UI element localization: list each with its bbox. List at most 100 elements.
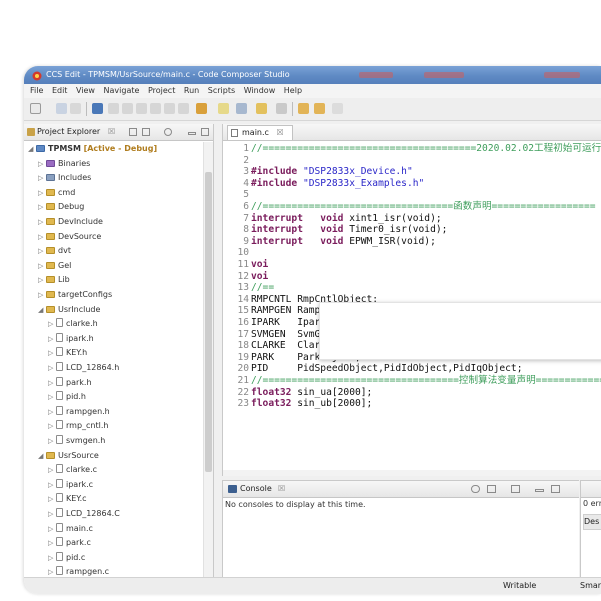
tree-item[interactable]: ▷ KEY.c [48,492,87,507]
title-bar-control-blur[interactable] [359,72,393,78]
tree-item[interactable]: ▷ Binaries [38,157,90,172]
link-editor-icon[interactable] [142,128,150,136]
collapsed-arrow-icon[interactable]: ▷ [38,288,46,303]
collapsed-arrow-icon[interactable]: ▷ [38,171,46,186]
collapsed-arrow-icon[interactable]: ▷ [38,230,46,245]
tree-item-project[interactable]: ◢ TPMSM [Active - Debug] [28,142,157,157]
code-line[interactable]: 2 [223,155,251,166]
save-all-icon[interactable] [70,103,81,114]
code-line[interactable]: 21//==================================控制… [223,375,601,386]
minimize-icon[interactable] [535,489,544,492]
maximize-icon[interactable] [551,485,560,493]
menu-scripts[interactable]: Scripts [208,86,235,95]
collapsed-arrow-icon[interactable]: ▷ [38,157,46,172]
menu-file[interactable]: File [30,86,43,95]
tree-item[interactable]: ▷ svmgen.h [48,434,105,449]
tree-item[interactable]: ▷ DevInclude [38,215,103,230]
tree-item[interactable]: ▷ Debug [38,200,84,215]
collapsed-arrow-icon[interactable]: ▷ [48,434,56,449]
collapsed-arrow-icon[interactable]: ▷ [38,244,46,259]
collapsed-arrow-icon[interactable]: ▷ [48,332,56,347]
tree-item[interactable]: ▷ clarke.c [48,463,97,478]
menu-edit[interactable]: Edit [52,86,68,95]
close-icon[interactable]: ☒ [278,481,285,497]
display-console-icon[interactable] [487,485,496,493]
tree-item[interactable]: ▷ dvt [38,244,71,259]
collapsed-arrow-icon[interactable]: ▷ [48,478,56,493]
open-console-icon[interactable] [511,485,520,493]
pin-console-icon[interactable] [471,485,480,493]
code-line[interactable]: 5 [223,189,251,200]
collapsed-arrow-icon[interactable]: ▷ [48,536,56,551]
code-line[interactable]: 4 #include "DSP2833x_Examples.h" [223,178,424,189]
debug-icon[interactable] [108,103,119,114]
collapsed-arrow-icon[interactable]: ▷ [48,492,56,507]
collapsed-arrow-icon[interactable]: ▷ [38,273,46,288]
save-icon[interactable] [56,103,67,114]
collapsed-arrow-icon[interactable]: ▷ [48,522,56,537]
code-line[interactable]: 20 PID PidSpeedObject,PidIdObject,PidIqOb… [223,363,522,374]
problems-tab[interactable] [581,481,601,498]
collapsed-arrow-icon[interactable]: ▷ [38,215,46,230]
tools-icon[interactable] [196,103,207,114]
collapsed-arrow-icon[interactable]: ▷ [48,317,56,332]
tree-item[interactable]: ▷ LCD_12864.C [48,507,120,522]
tree-item[interactable]: ▷ main.c [48,522,93,537]
expanded-arrow-icon[interactable]: ◢ [38,449,46,464]
tree-item[interactable]: ◢ UsrSource [38,449,99,464]
next-icon[interactable] [332,103,343,114]
collapsed-arrow-icon[interactable]: ▷ [48,507,56,522]
code-line[interactable]: 10 [223,247,251,258]
run-icon[interactable] [122,103,133,114]
menu-help[interactable]: Help [284,86,302,95]
tree-item[interactable]: ▷ pid.h [48,390,86,405]
tree-item[interactable]: ▷ ipark.h [48,332,94,347]
scrollbar-thumb[interactable] [205,172,212,472]
expanded-arrow-icon[interactable]: ◢ [38,303,46,318]
tree-item[interactable]: ▷ park.c [48,536,91,551]
collapsed-arrow-icon[interactable]: ▷ [48,346,56,361]
menu-window[interactable]: Window [244,86,276,95]
code-line[interactable]: 7 interrupt void xint1_isr(void); [223,213,441,224]
minimize-icon[interactable] [188,132,196,135]
tree-item[interactable]: ◢ UsrInclude [38,303,100,318]
tree-item[interactable]: ▷ rampgen.h [48,405,110,420]
collapsed-arrow-icon[interactable]: ▷ [48,390,56,405]
edit-icon[interactable] [256,103,267,114]
maximize-icon[interactable] [201,128,209,136]
menu-run[interactable]: Run [184,86,199,95]
step-over-icon[interactable] [164,103,175,114]
code-line[interactable]: 23 float32 sin_ub[2000]; [223,398,372,409]
title-bar-control-blur[interactable] [424,72,464,78]
tree-item[interactable]: ▷ park.h [48,376,92,391]
collapsed-arrow-icon[interactable]: ▷ [38,259,46,274]
filter-icon[interactable] [164,128,172,136]
code-line[interactable]: 12 voi [223,271,268,282]
step-return-icon[interactable] [178,103,189,114]
tree-item[interactable]: ▷ ipark.c [48,478,93,493]
expanded-arrow-icon[interactable]: ◢ [28,142,36,157]
problems-column-header[interactable]: Des [583,514,601,530]
code-line[interactable]: 6//=================================函数声明… [223,201,595,212]
tree-item[interactable]: ▷ Gel [38,259,71,274]
code-line[interactable]: 1//=====================================… [223,143,601,154]
menu-view[interactable]: View [76,86,95,95]
collapsed-arrow-icon[interactable]: ▷ [48,405,56,420]
collapsed-arrow-icon[interactable]: ▷ [48,376,56,391]
tree-item[interactable]: ▷ clarke.h [48,317,98,332]
stop-icon[interactable] [136,103,147,114]
tree-item[interactable]: ▷ Lib [38,273,70,288]
tree-item[interactable]: ▷ Includes [38,171,91,186]
build-icon[interactable] [92,103,103,114]
tree-item[interactable]: ▷ targetConfigs [38,288,112,303]
code-line[interactable]: 22 float32 sin_ua[2000]; [223,387,372,398]
editor-tab-main-c[interactable]: main.c ☒ [227,125,293,140]
menu-project[interactable]: Project [148,86,175,95]
tree-item[interactable]: ▷ rmp_cntl.h [48,419,108,434]
code-line[interactable]: 11 voi [223,259,268,270]
project-explorer-tab[interactable]: Project Explorer ☒ [24,124,213,141]
tree-item[interactable]: ▷ cmd [38,186,75,201]
code-line[interactable]: 9 interrupt void EPWM_ISR(void); [223,236,436,247]
search-icon[interactable] [218,103,229,114]
tree-item[interactable]: ▷ DevSource [38,230,101,245]
